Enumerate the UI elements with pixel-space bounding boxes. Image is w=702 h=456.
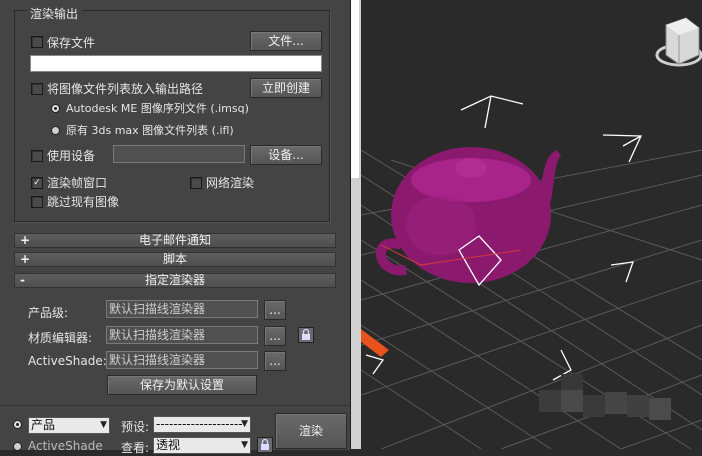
skip-existing-label: 跳过现有图像: [47, 195, 120, 209]
use-device-label: 使用设备: [47, 149, 96, 163]
activeshade-choose-button[interactable]: ...: [264, 351, 286, 371]
collapse-icon: -: [20, 273, 25, 287]
material-choose-button[interactable]: ...: [264, 326, 286, 346]
preset-select[interactable]: -------------------- ▼: [153, 416, 251, 433]
render-output-title: 渲染输出: [26, 5, 83, 22]
radio-3dsmax-label: 原有 3ds max 图像文件列表 (.ifl): [66, 124, 234, 137]
create-now-button[interactable]: 立即创建: [250, 78, 322, 98]
render-setup-panel: 渲染输出 保存文件 文件... 将图像文件列表放入输出路径 立即创建 Autod…: [0, 0, 352, 455]
radio-3dsmax-ifl[interactable]: [51, 126, 60, 135]
rollout-email-label: 电子邮件通知: [138, 233, 211, 247]
rollout-script-label: 脚本: [162, 252, 187, 266]
render-button[interactable]: 渲染: [275, 413, 347, 449]
production-label: 产品级:: [28, 306, 69, 320]
radio-product[interactable]: [13, 420, 22, 429]
viewcube-icon[interactable]: [655, 17, 702, 67]
save-file-checkbox[interactable]: [31, 36, 43, 48]
radio-activeshade[interactable]: [13, 442, 22, 451]
activeshade-mode-label: ActiveShade: [28, 439, 103, 453]
material-renderer-field: 默认扫描线渲染器: [106, 326, 258, 344]
pointer-arrow: [361, 329, 389, 357]
chevron-down-icon: ▼: [100, 420, 107, 430]
use-device-checkbox[interactable]: [31, 150, 43, 162]
view-label: 查看:: [121, 441, 150, 455]
file-button[interactable]: 文件...: [250, 31, 322, 51]
material-editor-label: 材质编辑器:: [28, 331, 93, 345]
production-choose-button[interactable]: ...: [264, 300, 286, 320]
rollout-email[interactable]: + 电子邮件通知: [14, 233, 336, 248]
skip-existing-checkbox[interactable]: [31, 196, 43, 208]
output-path-field[interactable]: [30, 55, 322, 72]
chevron-down-icon: ▼: [241, 440, 248, 450]
product-mode-value: 产品: [31, 418, 56, 432]
radio-autodesk-me[interactable]: [51, 104, 60, 113]
image-list-label: 将图像文件列表放入输出路径: [47, 82, 204, 96]
frame-window-checkbox[interactable]: ✓: [31, 177, 43, 189]
chevron-down-icon: ▼: [241, 419, 248, 429]
expand-icon: +: [20, 233, 31, 247]
scrollbar-thumb[interactable]: [351, 0, 359, 178]
view-lock-icon[interactable]: [257, 437, 273, 453]
radio-autodesk-label: Autodesk ME 图像序列文件 (.imsq): [66, 102, 249, 115]
preset-value: --------------------: [156, 417, 243, 431]
activeshade-renderer-field: 默认扫描线渲染器: [106, 351, 258, 369]
net-render-label: 网络渲染: [206, 176, 255, 190]
teapot-object: [375, 147, 561, 283]
device-button[interactable]: 设备...: [250, 145, 322, 165]
frame-window-label: 渲染帧窗口: [47, 176, 108, 190]
perspective-viewport[interactable]: [361, 0, 702, 449]
rollout-script[interactable]: + 脚本: [14, 252, 336, 267]
device-field[interactable]: [113, 145, 245, 163]
view-value: 透视: [156, 438, 181, 452]
view-select[interactable]: 透视 ▼: [153, 437, 251, 454]
rollout-assign-renderer[interactable]: - 指定渲染器: [14, 273, 336, 288]
production-renderer-field: 默认扫描线渲染器: [106, 300, 258, 318]
net-render-checkbox[interactable]: [190, 177, 202, 189]
rollout-assign-label: 指定渲染器: [144, 273, 205, 287]
expand-icon: +: [20, 252, 31, 266]
product-mode-select[interactable]: 产品 ▼: [28, 417, 110, 434]
viewport-scene: [361, 17, 702, 449]
save-file-label: 保存文件: [47, 36, 96, 50]
image-list-checkbox[interactable]: [31, 83, 43, 95]
save-default-button[interactable]: 保存为默认设置: [107, 375, 257, 395]
preset-label: 预设:: [121, 420, 150, 434]
activeshade-label: ActiveShade:: [28, 354, 107, 368]
lock-icon[interactable]: [298, 327, 314, 343]
